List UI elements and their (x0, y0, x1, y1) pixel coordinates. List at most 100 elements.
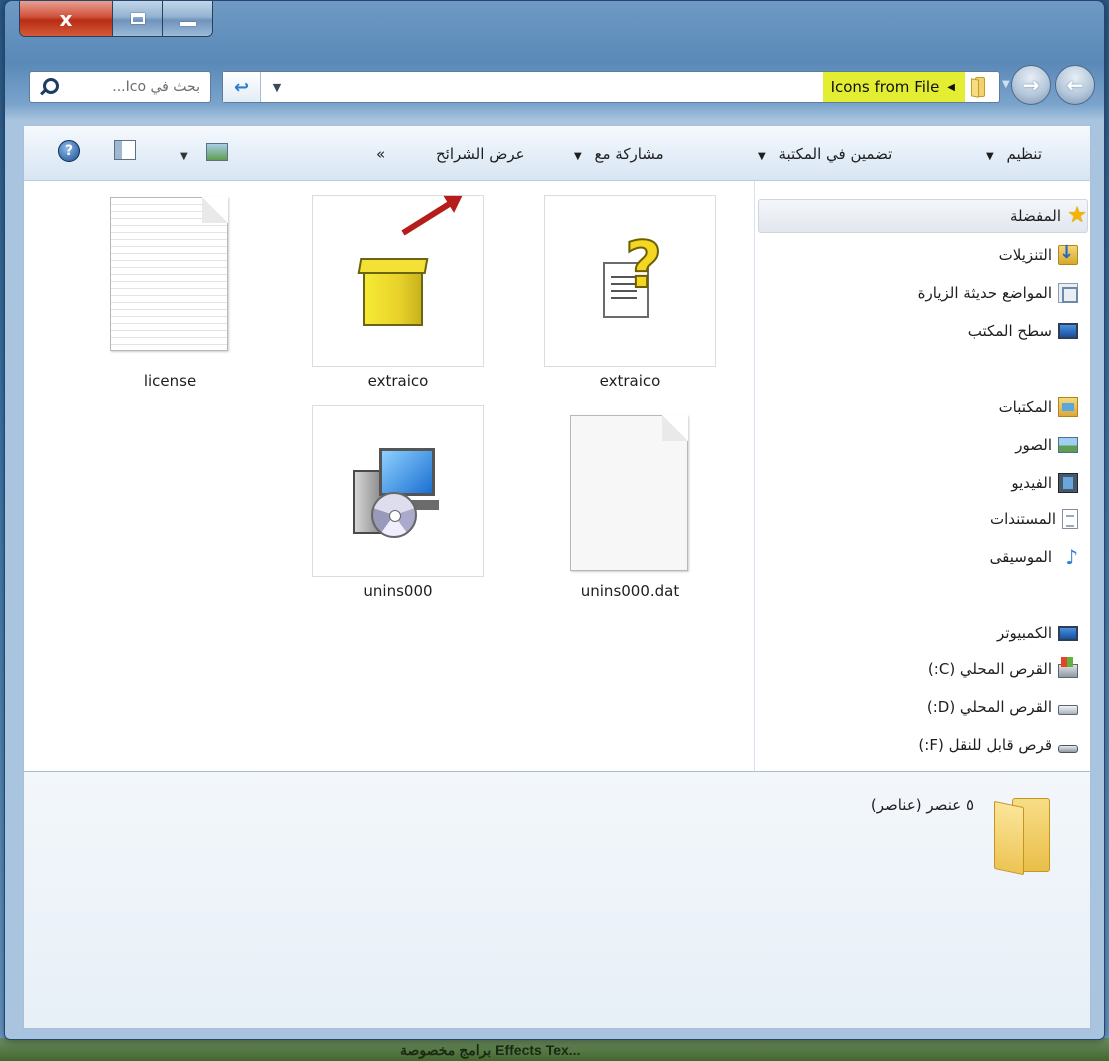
close-icon: x (59, 6, 73, 31)
refresh-button[interactable]: ↩ (223, 72, 261, 102)
breadcrumb-label[interactable]: Icons from File (831, 78, 940, 96)
change-view-icon[interactable] (206, 143, 228, 161)
maximize-button[interactable] (112, 1, 162, 36)
explorer-window: x بحث في Ico... ↩ ▼ Icons from File ◀ ▼ … (4, 0, 1105, 1040)
breadcrumb-arrow-icon[interactable]: ◀ (947, 82, 955, 93)
nav-item-music[interactable]: ♪ الموسيقى (990, 545, 1078, 569)
nav-item-local-disk-c[interactable]: القرص المحلي (C:) (928, 657, 1078, 681)
address-row: بحث في Ico... ↩ ▼ Icons from File ◀ ▼ → … (5, 65, 1104, 107)
minimize-icon (179, 21, 196, 26)
forward-button[interactable]: → (1011, 65, 1051, 105)
address-bar[interactable]: ↩ ▼ Icons from File ◀ (222, 71, 1000, 103)
navigation-pane: ★ المفضلة التنزيلات المواضع حديثة الزيار… (754, 181, 1090, 828)
folder-icon (971, 77, 993, 98)
details-pane: ٥ عنصر (عناصر) (23, 771, 1091, 1029)
command-bar: ? ▼ » عرض الشرائح مشاركة مع ▼ تضمين في ا… (23, 125, 1091, 181)
recent-places-icon (1058, 283, 1078, 303)
search-icon[interactable] (36, 75, 60, 99)
help-icon[interactable]: ? (58, 140, 80, 162)
address-history-dropdown[interactable]: ▼ (267, 79, 287, 95)
file-name[interactable]: unins000.dat (530, 582, 730, 600)
nav-item-label: الموسيقى (989, 548, 1052, 566)
file-item[interactable] (312, 195, 484, 367)
nav-item-label: المفضلة (1009, 207, 1061, 225)
file-item[interactable]: ? (544, 195, 716, 367)
file-item[interactable] (84, 193, 256, 365)
nav-item-label: التنزيلات (998, 246, 1052, 264)
pictures-icon (1058, 437, 1078, 453)
include-in-library-label: تضمين في المكتبة (778, 145, 893, 163)
nav-item-label: الكمبيوتر (997, 624, 1052, 642)
blank-document-icon (570, 415, 688, 571)
chevron-down-icon: ▼ (986, 151, 994, 162)
nav-item-label: القرص المحلي (D:) (926, 698, 1052, 716)
star-icon: ★ (1067, 203, 1087, 228)
content-area: license extraico ? extraico unins000 uni… (23, 181, 1091, 828)
back-button[interactable]: ← (1055, 65, 1095, 105)
nav-item-label: الفيديو (1011, 474, 1052, 492)
preview-pane-icon[interactable] (114, 140, 136, 160)
file-list: license extraico ? extraico unins000 uni… (24, 181, 754, 771)
chevron-down-icon: ▼ (758, 151, 766, 162)
file-name[interactable]: extraico (530, 372, 730, 390)
nav-item-libraries[interactable]: المكتبات (999, 395, 1078, 419)
nav-item-label: القرص المحلي (C:) (927, 660, 1052, 678)
music-icon: ♪ (1065, 545, 1078, 569)
include-in-library-button[interactable]: تضمين في المكتبة ▼ (758, 145, 892, 163)
back-arrow-icon: ← (1066, 73, 1084, 97)
item-count: ٥ عنصر (عناصر) (870, 796, 974, 814)
close-button[interactable]: x (20, 1, 112, 36)
view-options-dropdown[interactable]: ▼ (180, 145, 188, 163)
file-name[interactable]: extraico (298, 372, 498, 390)
search-placeholder: بحث في Ico... (112, 79, 200, 95)
nav-item-recent-places[interactable]: المواضع حديثة الزيارة (918, 281, 1078, 305)
nav-item-videos[interactable]: الفيديو (1011, 471, 1078, 495)
nav-item-documents[interactable]: المستندات (990, 507, 1078, 531)
organize-button[interactable]: تنظيم ▼ (986, 145, 1042, 163)
minimize-button[interactable] (162, 1, 212, 36)
more-commands-button[interactable]: » (376, 145, 385, 163)
file-item[interactable] (312, 405, 484, 577)
share-with-label: مشاركة مع (594, 145, 664, 163)
desktop-icon (1058, 323, 1078, 339)
file-name[interactable]: unins000 (298, 582, 498, 600)
nav-item-label: قرص قابل للنقل (F:) (918, 736, 1052, 754)
hard-drive-icon (1058, 705, 1078, 715)
caption-buttons: x (19, 1, 213, 37)
folder-icon (994, 798, 1052, 876)
chevron-down-icon: ▼ (180, 151, 188, 162)
nav-item-downloads[interactable]: التنزيلات (998, 242, 1078, 267)
desktop-taskbar-strip: برامج مخصوصة Effects Tex... (0, 1038, 1109, 1061)
nav-item-label: المكتبات (998, 398, 1052, 416)
navigation-buttons: → ← (1011, 65, 1101, 105)
nav-item-removable-f[interactable]: قرص قابل للنقل (F:) (918, 733, 1078, 757)
breadcrumb[interactable]: Icons from File ◀ (822, 72, 965, 102)
computer-icon (1058, 625, 1078, 641)
text-document-icon (110, 197, 228, 351)
more-commands-icon: » (376, 145, 386, 163)
documents-icon (1062, 509, 1078, 529)
nav-item-favorites[interactable]: ★ المفضلة (758, 199, 1088, 233)
file-name[interactable]: license (70, 372, 270, 390)
nav-item-label: سطح المكتب (967, 322, 1052, 340)
libraries-icon (1058, 397, 1078, 417)
nav-item-desktop[interactable]: سطح المكتب (968, 319, 1078, 343)
search-input[interactable]: بحث في Ico... (29, 71, 211, 103)
taskbar-text: برامج مخصوصة Effects Tex... (400, 1042, 581, 1058)
share-with-button[interactable]: مشاركة مع ▼ (574, 145, 664, 163)
videos-icon (1058, 473, 1078, 493)
maximize-icon (130, 13, 145, 24)
system-drive-icon (1058, 657, 1078, 678)
file-item[interactable] (544, 405, 716, 577)
nav-item-computer[interactable]: الكمبيوتر (997, 621, 1078, 645)
downloads-icon (1058, 242, 1078, 265)
slideshow-button[interactable]: عرض الشرائح (436, 145, 525, 163)
removable-drive-icon (1058, 745, 1078, 753)
nav-item-pictures[interactable]: الصور (1015, 433, 1078, 457)
nav-item-local-disk-d[interactable]: القرص المحلي (D:) (927, 695, 1078, 719)
forward-arrow-icon: → (1022, 73, 1040, 97)
slideshow-label: عرض الشرائح (436, 145, 525, 163)
nav-item-label: الصور (1015, 436, 1052, 454)
nav-item-label: المستندات (989, 510, 1056, 528)
title-bar: x (5, 1, 1104, 51)
